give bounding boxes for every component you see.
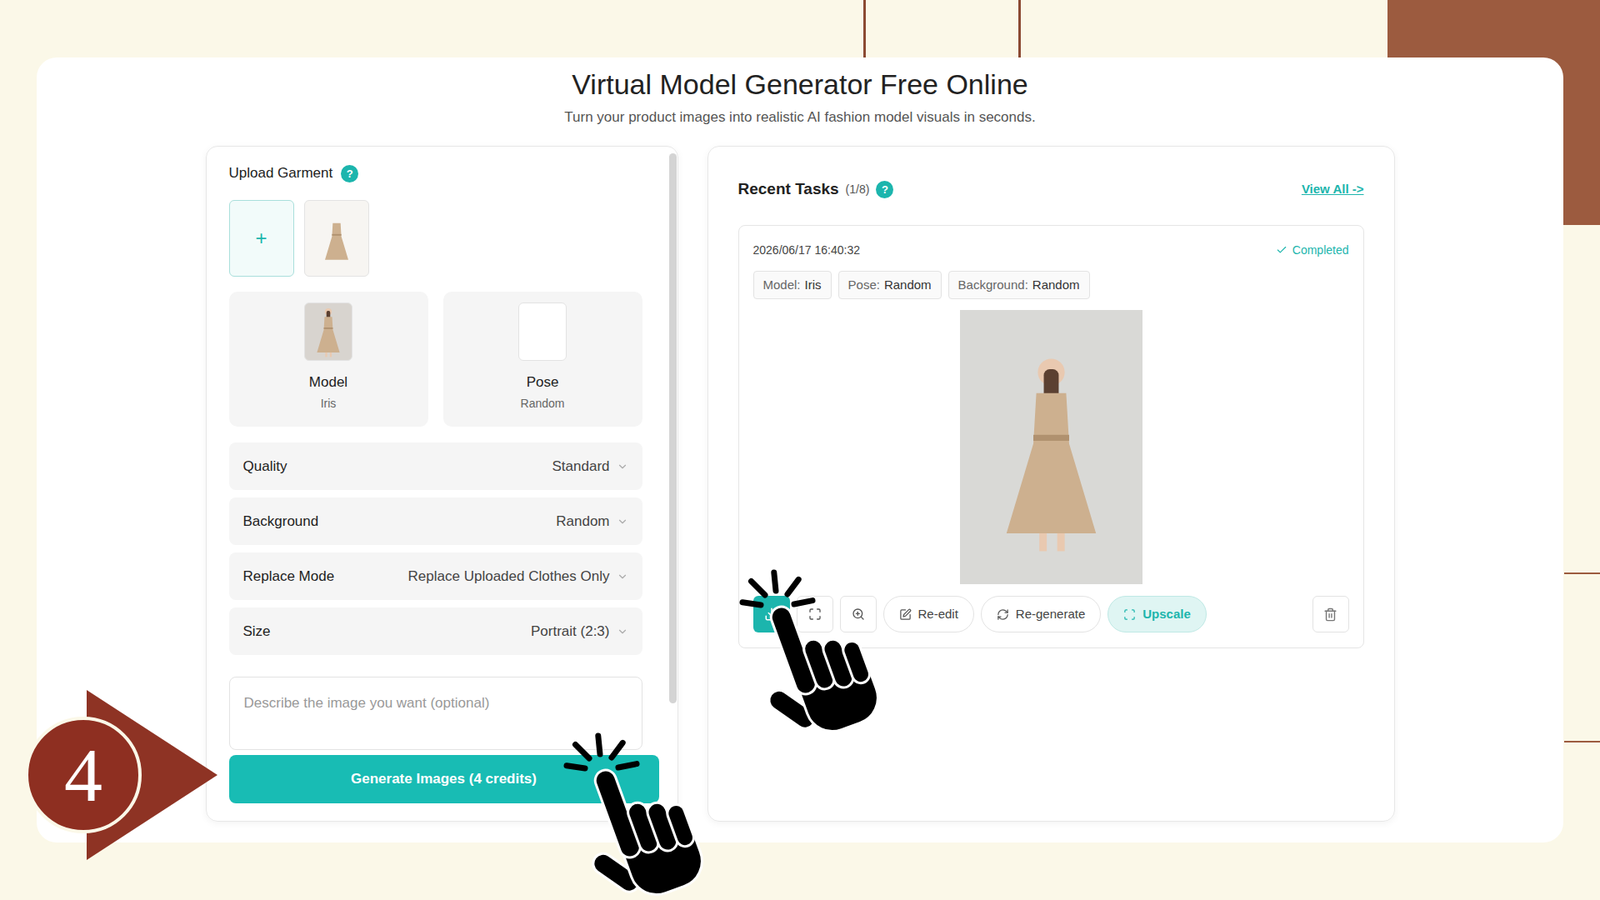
delete-button[interactable] bbox=[1312, 595, 1350, 633]
chevron-down-icon bbox=[616, 570, 629, 583]
picker-label: Pose bbox=[526, 373, 560, 392]
upload-add-button[interactable]: + bbox=[229, 200, 295, 277]
setting-label: Size bbox=[243, 620, 271, 643]
setting-row[interactable]: Replace Mode Replace Uploaded Clothes Onl… bbox=[229, 552, 643, 600]
task-actions: Re-editRe-generateUpscale bbox=[753, 595, 1350, 633]
setting-row[interactable]: Background Random bbox=[229, 497, 643, 545]
garment-figure-icon bbox=[305, 303, 352, 360]
scrollbar[interactable] bbox=[669, 153, 677, 704]
task-date: 2026/06/17 16:40:32 bbox=[753, 241, 860, 260]
task-card: 2026/06/17 16:40:32 Completed Model:IrisPo… bbox=[738, 225, 1365, 649]
garment-figure-icon bbox=[313, 209, 360, 268]
upload-header: Upload Garment? bbox=[229, 163, 643, 184]
picker-thumbnail bbox=[304, 302, 353, 361]
task-header: 2026/06/17 16:40:32 Completed bbox=[753, 241, 1350, 259]
recent-title: Recent Tasks bbox=[738, 177, 840, 202]
view-all-link[interactable]: View All -> bbox=[1301, 180, 1365, 200]
zoom-in-icon bbox=[851, 607, 865, 621]
step-badge: 4 bbox=[25, 716, 142, 834]
chevron-down-icon bbox=[616, 515, 629, 528]
recent-help-badge[interactable]: ? bbox=[875, 180, 894, 199]
task-tag-value: Random bbox=[884, 275, 932, 295]
pointer-hand-icon bbox=[727, 565, 895, 766]
settings-list: Quality Standard Background Random Replace M… bbox=[229, 442, 643, 655]
garment-figure-icon bbox=[976, 318, 1126, 585]
page-subtitle: Turn your product images into realistic … bbox=[564, 107, 1035, 128]
task-status: Completed bbox=[1275, 241, 1350, 260]
check-icon bbox=[1275, 244, 1288, 256]
fullscreen-icon bbox=[808, 607, 822, 621]
upload-row: + bbox=[229, 200, 643, 277]
upload-label: Upload Garment bbox=[229, 162, 334, 185]
decor-line bbox=[1564, 740, 1600, 743]
recent-title-group: Recent Tasks (1/8)? bbox=[738, 177, 895, 202]
garment-thumbnail[interactable] bbox=[304, 200, 370, 277]
picker-label: Model bbox=[309, 373, 348, 392]
page-title: Virtual Model Generator Free Online bbox=[571, 65, 1028, 103]
picker-card[interactable]: Model Iris bbox=[229, 291, 429, 427]
task-action-button[interactable]: Re-generate bbox=[980, 595, 1101, 633]
action-icon bbox=[996, 608, 1010, 621]
result-image[interactable] bbox=[960, 310, 1143, 585]
picker-card[interactable]: Pose Random bbox=[443, 291, 643, 427]
picker-value: Iris bbox=[320, 395, 337, 412]
prompt-field[interactable]: Describe the image you want (optional) bbox=[229, 676, 643, 750]
task-action-button[interactable]: Upscale bbox=[1107, 595, 1207, 633]
setting-value: Standard bbox=[552, 455, 629, 478]
action-icon bbox=[899, 608, 912, 621]
setting-label: Background bbox=[243, 510, 320, 533]
decor-line bbox=[1564, 572, 1600, 575]
task-tag-value: Random bbox=[1032, 275, 1080, 295]
setting-label: Quality bbox=[243, 455, 288, 478]
decor-line bbox=[1018, 0, 1021, 58]
setting-row[interactable]: Quality Standard bbox=[229, 442, 643, 490]
slide: Virtual Model Generator Free Online Turn … bbox=[0, 0, 1600, 900]
step-number: 4 bbox=[64, 736, 103, 814]
task-action-button[interactable]: Re-edit bbox=[883, 595, 975, 633]
chevron-down-icon bbox=[616, 460, 629, 473]
action-icon bbox=[1123, 608, 1136, 621]
task-tags: Model:IrisPose:RandomBackground:Random bbox=[753, 270, 1350, 300]
recent-header: Recent Tasks (1/8)? View All -> bbox=[738, 179, 1365, 200]
setting-label: Replace Mode bbox=[243, 565, 335, 588]
setting-value: Random bbox=[555, 510, 628, 533]
settings-panel: Upload Garment?+ModelIrisPoseRandomQuali… bbox=[205, 145, 679, 822]
task-tag: Model:Iris bbox=[753, 270, 832, 300]
picker-value: Random bbox=[520, 395, 565, 412]
trash-icon bbox=[1323, 607, 1338, 622]
setting-value: Portrait (2:3) bbox=[530, 620, 628, 643]
picker-thumbnail bbox=[518, 302, 567, 361]
recent-count: (1/8) bbox=[845, 180, 870, 199]
task-tag: Background:Random bbox=[948, 270, 1090, 300]
upload-help-badge[interactable]: ? bbox=[340, 165, 359, 183]
decor-line bbox=[863, 0, 866, 58]
picker-cards: Model Iris Pose Random bbox=[229, 291, 643, 427]
zoom-button[interactable] bbox=[840, 595, 877, 633]
task-tag-value: Iris bbox=[805, 275, 822, 295]
chevron-down-icon bbox=[616, 625, 629, 638]
pointer-hand-icon bbox=[551, 729, 719, 900]
settings-column: Upload Garment?+ModelIrisPoseRandomQuali… bbox=[229, 163, 643, 821]
setting-row[interactable]: Size Portrait (2:3) bbox=[229, 607, 643, 655]
setting-value: Replace Uploaded Clothes Only bbox=[408, 565, 629, 588]
task-tag: Pose:Random bbox=[838, 270, 942, 300]
